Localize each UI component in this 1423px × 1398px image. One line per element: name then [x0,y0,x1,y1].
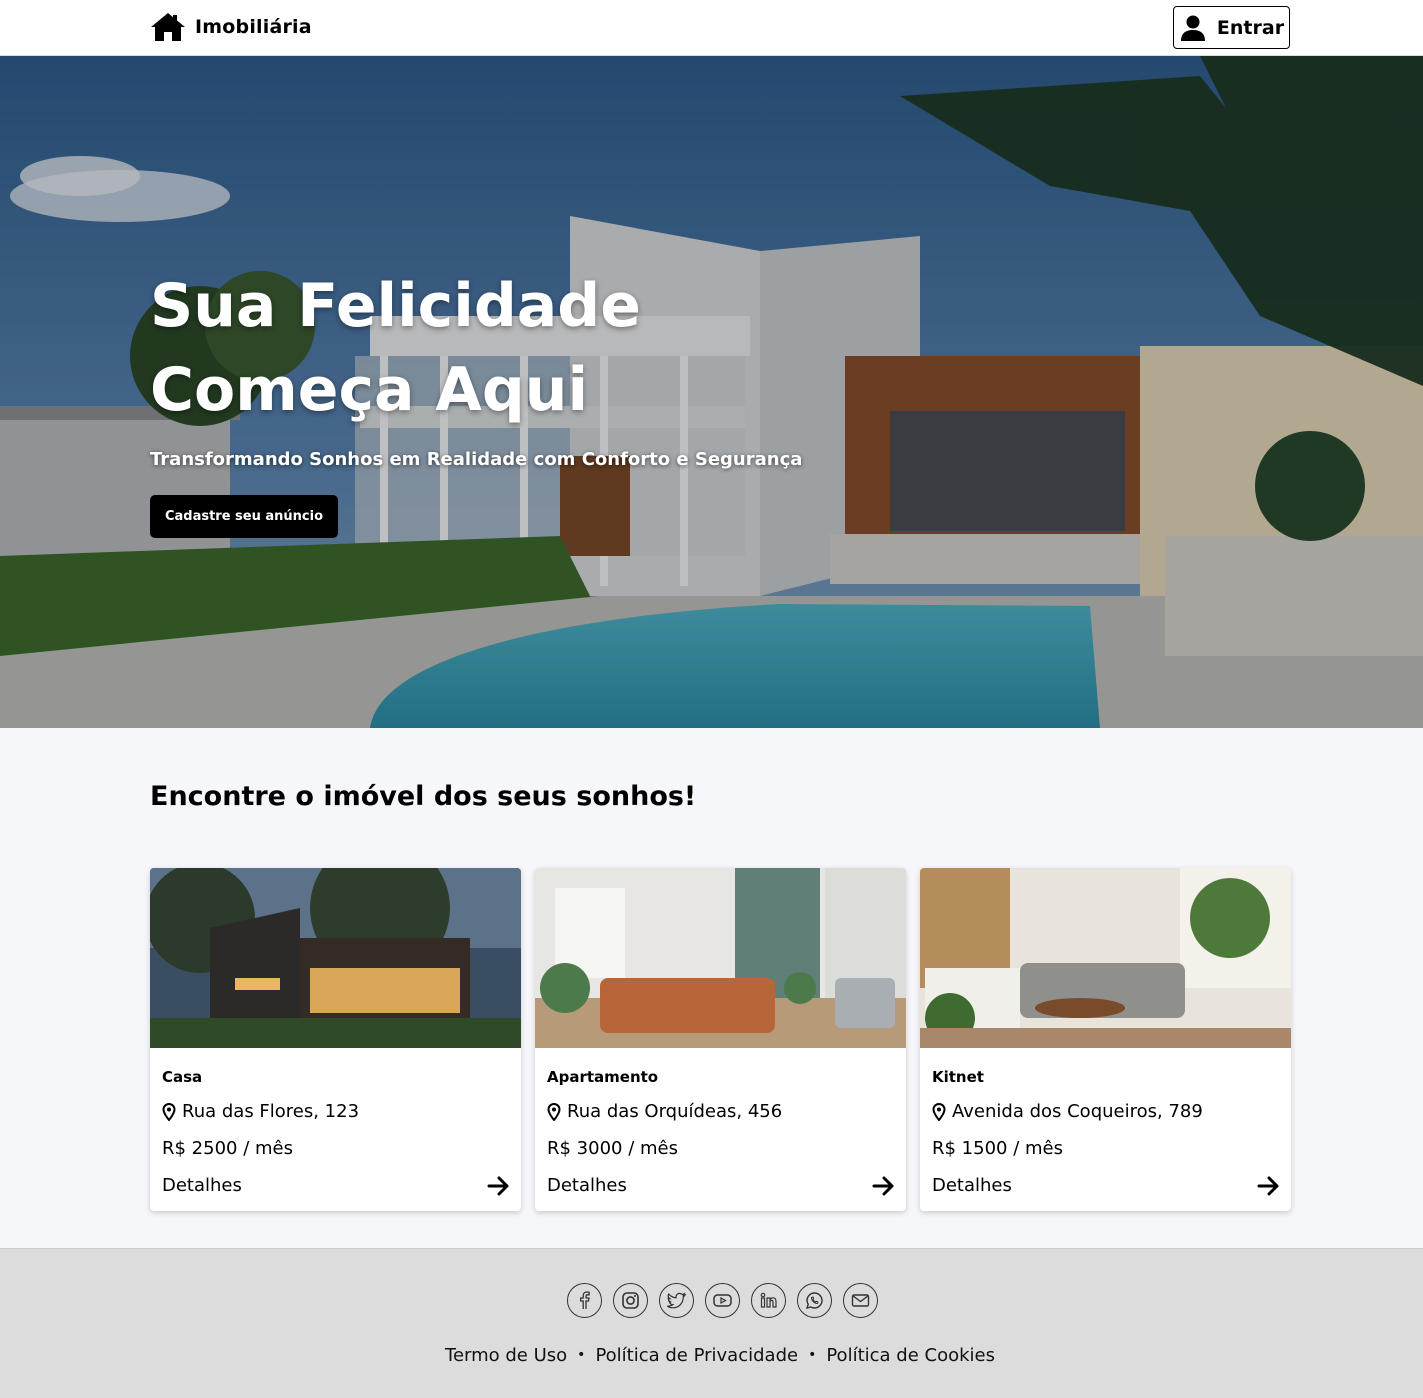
login-button[interactable]: Entrar [1173,6,1290,49]
property-image-kitnet [920,868,1291,1048]
location-pin-icon [162,1102,176,1121]
user-icon [1180,15,1205,41]
footer-links: Termo de Uso • Política de Privacidade • Pol… [0,1345,1423,1366]
property-address: Rua das Flores, 123 [162,1101,359,1122]
hero-title-line1: Sua Felicidade [150,271,641,341]
property-details-link[interactable]: Detalhes [547,1175,627,1196]
hero-banner: Sua Felicidade Começa Aqui Transformando… [0,56,1423,728]
property-price: R$ 3000 / mês [547,1138,678,1159]
hero-title-line2: Começa Aqui [150,355,589,425]
navbar: Imobiliária Entrar [0,0,1423,56]
youtube-icon [713,1294,732,1307]
separator-dot: • [577,1347,586,1363]
social-links [567,1283,878,1318]
instagram-link[interactable] [613,1283,648,1318]
terms-link[interactable]: Termo de Uso [445,1345,567,1366]
facebook-link[interactable] [567,1283,602,1318]
property-card-apartamento[interactable]: Apartamento Rua das Orquídeas, 456 R$ 30… [535,868,906,1211]
whatsapp-link[interactable] [797,1283,832,1318]
linkedin-link[interactable] [751,1283,786,1318]
property-type: Apartamento [547,1068,659,1086]
property-details-link[interactable]: Detalhes [932,1175,1012,1196]
cookies-link[interactable]: Política de Cookies [826,1345,995,1366]
property-address-text: Avenida dos Coqueiros, 789 [952,1101,1203,1122]
footer: Termo de Uso • Política de Privacidade • Pol… [0,1248,1423,1398]
location-pin-icon [547,1102,561,1121]
property-card-kitnet[interactable]: Kitnet Avenida dos Coqueiros, 789 R$ 150… [920,868,1291,1211]
property-image-apartamento [535,868,906,1048]
facebook-icon [580,1291,590,1309]
property-details-link[interactable]: Detalhes [162,1175,242,1196]
property-type: Casa [162,1068,203,1086]
create-listing-button[interactable]: Cadastre seu anúncio [150,495,338,538]
twitter-link[interactable] [659,1283,694,1318]
property-image-casa [150,868,521,1048]
property-address: Rua das Orquídeas, 456 [547,1101,782,1122]
arrow-right-icon[interactable] [487,1175,511,1197]
login-label: Entrar [1216,16,1285,39]
brand-logo[interactable]: Imobiliária [150,11,312,43]
property-price: R$ 1500 / mês [932,1138,1063,1159]
instagram-icon [622,1292,639,1309]
arrow-right-icon[interactable] [872,1175,896,1197]
property-price: R$ 2500 / mês [162,1138,293,1159]
brand-name: Imobiliária [195,16,312,38]
hero-title: Sua Felicidade Começa Aqui [150,264,790,432]
separator-dot: • [808,1347,817,1363]
twitter-icon [666,1292,687,1309]
whatsapp-icon [805,1292,823,1310]
property-card-casa[interactable]: Casa Rua das Flores, 123 R$ 2500 / mês D… [150,868,521,1211]
hero-subtitle: Transformando Sonhos em Realidade com Co… [150,449,803,470]
property-address-text: Rua das Orquídeas, 456 [567,1101,783,1122]
privacy-link[interactable]: Política de Privacidade [595,1345,798,1366]
property-address: Avenida dos Coqueiros, 789 [932,1101,1203,1122]
email-link[interactable] [843,1283,878,1318]
youtube-link[interactable] [705,1283,740,1318]
linkedin-icon [760,1292,777,1308]
home-icon [151,13,185,41]
property-address-text: Rua das Flores, 123 [182,1101,360,1122]
location-pin-icon [932,1102,946,1121]
listings-title: Encontre o imóvel dos seus sonhos! [150,781,697,812]
email-icon [851,1294,870,1307]
arrow-right-icon[interactable] [1257,1175,1281,1197]
property-type: Kitnet [932,1068,984,1086]
